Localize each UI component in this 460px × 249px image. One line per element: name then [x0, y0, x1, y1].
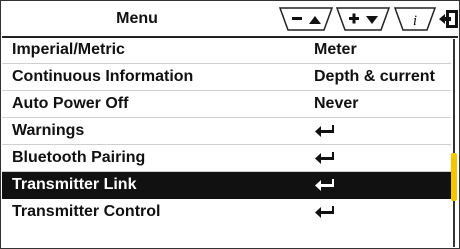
row-value: Meter [314, 41, 357, 58]
plus-down-button[interactable] [335, 2, 393, 36]
row-label: Warnings [12, 122, 85, 139]
scrollbar-thumb[interactable] [451, 153, 457, 201]
menu-screen: Menu i Imperial/Metric Meter Continuous … [0, 0, 460, 249]
row-value: Never [314, 95, 359, 112]
row-value: Depth & current [314, 68, 435, 85]
menu-row-imperial-metric[interactable]: Imperial/Metric Meter [2, 37, 451, 64]
plus-icon [352, 13, 356, 24]
menu-row-transmitter-control[interactable]: Transmitter Control [2, 199, 451, 225]
enter-arrow-icon [314, 118, 336, 138]
row-label: Transmitter Link [12, 176, 137, 193]
row-label: Imperial/Metric [12, 41, 125, 58]
row-label: Bluetooth Pairing [12, 149, 146, 166]
menu-row-auto-power-off[interactable]: Auto Power Off Never [2, 91, 451, 118]
exit-button[interactable] [438, 2, 460, 36]
row-label: Auto Power Off [12, 95, 129, 112]
row-label: Continuous Information [12, 68, 194, 85]
scrollbar-track[interactable] [453, 39, 455, 247]
minus-icon [292, 17, 302, 20]
info-icon: i [413, 13, 417, 29]
menu-row-transmitter-link[interactable]: Transmitter Link [2, 172, 451, 199]
row-label: Transmitter Control [12, 203, 161, 220]
enter-arrow-icon [314, 172, 336, 192]
exit-icon [439, 10, 458, 28]
minus-up-button[interactable] [278, 2, 336, 36]
menu-row-warnings[interactable]: Warnings [2, 118, 451, 145]
menu-header: Menu i [2, 2, 458, 38]
enter-arrow-icon [314, 199, 336, 219]
enter-arrow-icon [314, 145, 336, 165]
menu-row-continuous-information[interactable]: Continuous Information Depth & current [2, 64, 451, 91]
menu-title: Menu [116, 10, 158, 27]
info-button[interactable]: i [393, 2, 437, 36]
menu-row-bluetooth-pairing[interactable]: Bluetooth Pairing [2, 145, 451, 172]
